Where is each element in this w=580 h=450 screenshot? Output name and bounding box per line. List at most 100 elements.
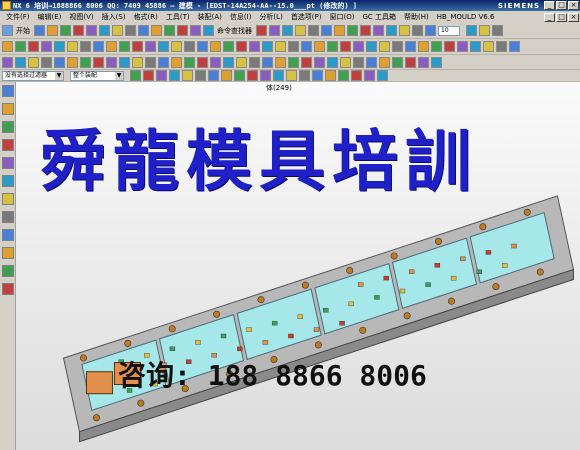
feature-tool-10-icon[interactable] [119,41,130,52]
curve-tool-9-icon[interactable] [106,56,117,68]
snap-tool-10-icon[interactable] [247,70,258,81]
feature-tool-25-icon[interactable] [314,41,325,52]
curve-tool-15-icon[interactable] [184,56,195,68]
roles-icon[interactable] [1,175,14,187]
view-tool-5-icon[interactable] [308,25,319,36]
standard-tool-4-icon[interactable] [73,25,84,36]
chevron-down-icon[interactable]: ▼ [115,71,123,80]
curve-tool-3-icon[interactable] [28,56,39,68]
view-tool-11-icon[interactable] [386,25,397,36]
curve-tool-19-icon[interactable] [236,56,247,68]
feature-tool-5-icon[interactable] [54,41,65,52]
standard-tool-5-icon[interactable] [86,25,97,36]
feature-tool-18-icon[interactable] [223,41,234,52]
snap-tool-1-icon[interactable] [130,70,141,81]
scope-select[interactable]: 整个装配 ▼ [70,70,124,81]
process-studio-icon[interactable] [1,229,14,241]
curve-tool-16-icon[interactable] [197,56,208,68]
menu-help[interactable]: 帮助(H) [400,12,433,22]
snap-tool-7-icon[interactable] [208,70,219,81]
curve-tool-25-icon[interactable] [314,56,325,68]
start-icon[interactable] [2,25,13,36]
feature-tool-17-icon[interactable] [210,41,221,52]
feature-tool-16-icon[interactable] [197,41,208,52]
render-tool-1-icon[interactable] [466,25,477,36]
curve-tool-14-icon[interactable] [171,56,182,68]
snap-tool-12-icon[interactable] [273,70,284,81]
menu-hb-mould[interactable]: HB_MOULD V6.6 [433,13,499,21]
feature-tool-7-icon[interactable] [80,41,91,52]
feature-tool-24-icon[interactable] [301,41,312,52]
doc-minimize-button[interactable]: _ [544,12,555,22]
feature-tool-21-icon[interactable] [262,41,273,52]
standard-tool-1-icon[interactable] [34,25,45,36]
snap-tool-2-icon[interactable] [143,70,154,81]
feature-tool-13-icon[interactable] [158,41,169,52]
curve-tool-26-icon[interactable] [327,56,338,68]
feature-tool-15-icon[interactable] [184,41,195,52]
menu-preferences[interactable]: 首选项(P) [287,12,326,22]
curve-tool-24-icon[interactable] [301,56,312,68]
curve-tool-4-icon[interactable] [41,56,52,68]
maximize-button[interactable]: □ [556,1,567,10]
feature-tool-27-icon[interactable] [340,41,351,52]
curve-tool-28-icon[interactable] [353,56,364,68]
curve-tool-7-icon[interactable] [80,56,91,68]
snap-tool-14-icon[interactable] [299,70,310,81]
standard-tool-9-icon[interactable] [138,25,149,36]
menu-view[interactable]: 视图(V) [65,12,97,22]
command-finder-button[interactable]: 命令查找器 [217,26,252,36]
menu-assemblies[interactable]: 装配(A) [194,12,226,22]
view-tool-3-icon[interactable] [282,25,293,36]
feature-tool-23-icon[interactable] [288,41,299,52]
feature-tool-22-icon[interactable] [275,41,286,52]
curve-tool-6-icon[interactable] [67,56,78,68]
snap-tool-13-icon[interactable] [286,70,297,81]
curve-tool-1-icon[interactable] [2,56,13,68]
menu-gc-toolkit[interactable]: GC 工具箱 [358,12,400,22]
nx-app-icon[interactable] [2,1,11,10]
curve-tool-20-icon[interactable] [249,56,260,68]
feature-tool-35-icon[interactable] [444,41,455,52]
view-tool-9-icon[interactable] [360,25,371,36]
menu-format[interactable]: 格式(R) [130,12,162,22]
menu-edit[interactable]: 编辑(E) [34,12,66,22]
web-browser-icon[interactable] [1,157,14,169]
curve-tool-34-icon[interactable] [431,56,442,68]
snap-tool-8-icon[interactable] [221,70,232,81]
standard-tool-13-icon[interactable] [190,25,201,36]
curve-tool-22-icon[interactable] [275,56,286,68]
feature-tool-4-icon[interactable] [41,41,52,52]
curve-tool-17-icon[interactable] [210,56,221,68]
standard-tool-2-icon[interactable] [47,25,58,36]
curve-tool-33-icon[interactable] [418,56,429,68]
chevron-down-icon[interactable]: ▼ [55,71,63,80]
view-tool-14-icon[interactable] [425,25,436,36]
feature-tool-39-icon[interactable] [496,41,507,52]
view-tool-2-icon[interactable] [269,25,280,36]
feature-tool-3-icon[interactable] [28,41,39,52]
curve-tool-11-icon[interactable] [132,56,143,68]
feature-tool-30-icon[interactable] [379,41,390,52]
menu-insert[interactable]: 插入(S) [98,12,130,22]
snap-tool-6-icon[interactable] [195,70,206,81]
standard-tool-7-icon[interactable] [112,25,123,36]
standard-tool-12-icon[interactable] [177,25,188,36]
view-tool-6-icon[interactable] [321,25,332,36]
curve-tool-27-icon[interactable] [340,56,351,68]
curve-tool-13-icon[interactable] [158,56,169,68]
start-button-label[interactable]: 开始 [16,26,30,36]
menu-analysis[interactable]: 分析(L) [255,12,286,22]
menu-file[interactable]: 文件(F) [2,12,34,22]
feature-tool-2-icon[interactable] [15,41,26,52]
curve-tool-29-icon[interactable] [366,56,377,68]
menu-window[interactable]: 窗口(O) [326,12,359,22]
feature-tool-11-icon[interactable] [132,41,143,52]
snap-tool-18-icon[interactable] [351,70,362,81]
type-filter-select[interactable]: 没有选择过滤器 ▼ [2,70,64,81]
feature-tool-28-icon[interactable] [353,41,364,52]
feature-tool-19-icon[interactable] [236,41,247,52]
feature-tool-26-icon[interactable] [327,41,338,52]
feature-tool-34-icon[interactable] [431,41,442,52]
render-tool-3-icon[interactable] [492,25,503,36]
